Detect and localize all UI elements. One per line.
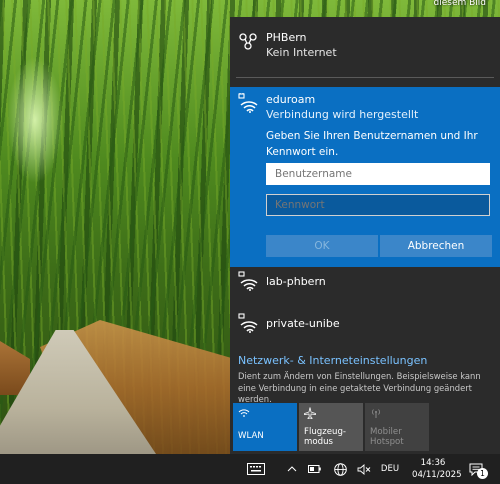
network-settings-link[interactable]: Netzwerk- & Interneteinstellungen (238, 354, 427, 367)
airplane-mode-toggle[interactable]: Flugzeug- modus (299, 403, 363, 451)
tile-label-line2: modus (304, 437, 334, 447)
ok-button[interactable]: OK (266, 235, 378, 257)
network-name: eduroam (266, 93, 316, 106)
divider (236, 77, 494, 78)
network-item-phbern[interactable]: PHBern Kein Internet (230, 17, 500, 73)
globe-icon (333, 462, 347, 476)
wifi-secured-icon (238, 93, 258, 113)
tile-label-line2: Hotspot (370, 437, 404, 447)
battery-icon (307, 465, 321, 473)
username-input[interactable] (266, 163, 490, 185)
airplane-icon (304, 407, 316, 419)
network-item-eduroam-expanded[interactable]: eduroam Verbindung wird hergestellt Gebe… (230, 87, 500, 267)
wifi-icon (238, 409, 250, 417)
network-name: private-unibe (266, 317, 340, 330)
volume-muted-icon (357, 463, 371, 475)
keyboard-icon (247, 463, 265, 475)
chevron-up-icon (287, 466, 297, 472)
hotspot-icon (372, 409, 380, 418)
wifi-secured-icon (238, 271, 258, 291)
ethernet-network-icon (239, 33, 257, 50)
tile-label-line1: Mobiler (370, 427, 402, 437)
network-tray-button[interactable] (331, 454, 349, 484)
wifi-secured-icon (238, 313, 258, 333)
input-language-button[interactable]: DEU (378, 454, 402, 484)
network-item-private-unibe[interactable]: private-unibe (230, 307, 500, 337)
show-hidden-icons-button[interactable] (284, 454, 300, 484)
network-flyout: PHBern Kein Internet eduroam Verbindung … (230, 17, 500, 454)
network-item-lab-phbern[interactable]: lab-phbern (230, 267, 500, 297)
network-name: lab-phbern (266, 275, 326, 288)
taskbar: DEU 14:36 04/11/2025 (0, 454, 500, 484)
battery-button[interactable] (306, 454, 322, 484)
volume-button[interactable] (355, 454, 373, 484)
mobile-hotspot-toggle[interactable]: Mobiler Hotspot (365, 403, 429, 451)
wlan-toggle[interactable]: WLAN (233, 403, 297, 451)
notification-count-badge: 1 (477, 468, 488, 479)
network-status: Verbindung wird hergestellt (266, 108, 419, 121)
clock-date: 04/11/2025 (412, 470, 462, 480)
credentials-prompt: Geben Sie Ihren Benutzernamen und Ihr Ke… (266, 130, 478, 158)
network-settings-description: Dient zum Ändern von Einstellungen. Beis… (238, 371, 481, 404)
network-name: PHBern (266, 31, 307, 44)
clock-button[interactable]: 14:36 04/11/2025 (412, 457, 462, 481)
network-status: Kein Internet (266, 46, 337, 59)
clock-time: 14:36 (420, 458, 446, 468)
tile-label-line1: Flugzeug- (304, 427, 347, 437)
touch-keyboard-button[interactable] (245, 454, 267, 484)
wallpaper-caption[interactable]: diesem Bild (434, 0, 487, 8)
password-input[interactable] (266, 194, 490, 216)
cancel-button[interactable]: Abbrechen (380, 235, 492, 257)
tile-label: WLAN (238, 431, 264, 441)
